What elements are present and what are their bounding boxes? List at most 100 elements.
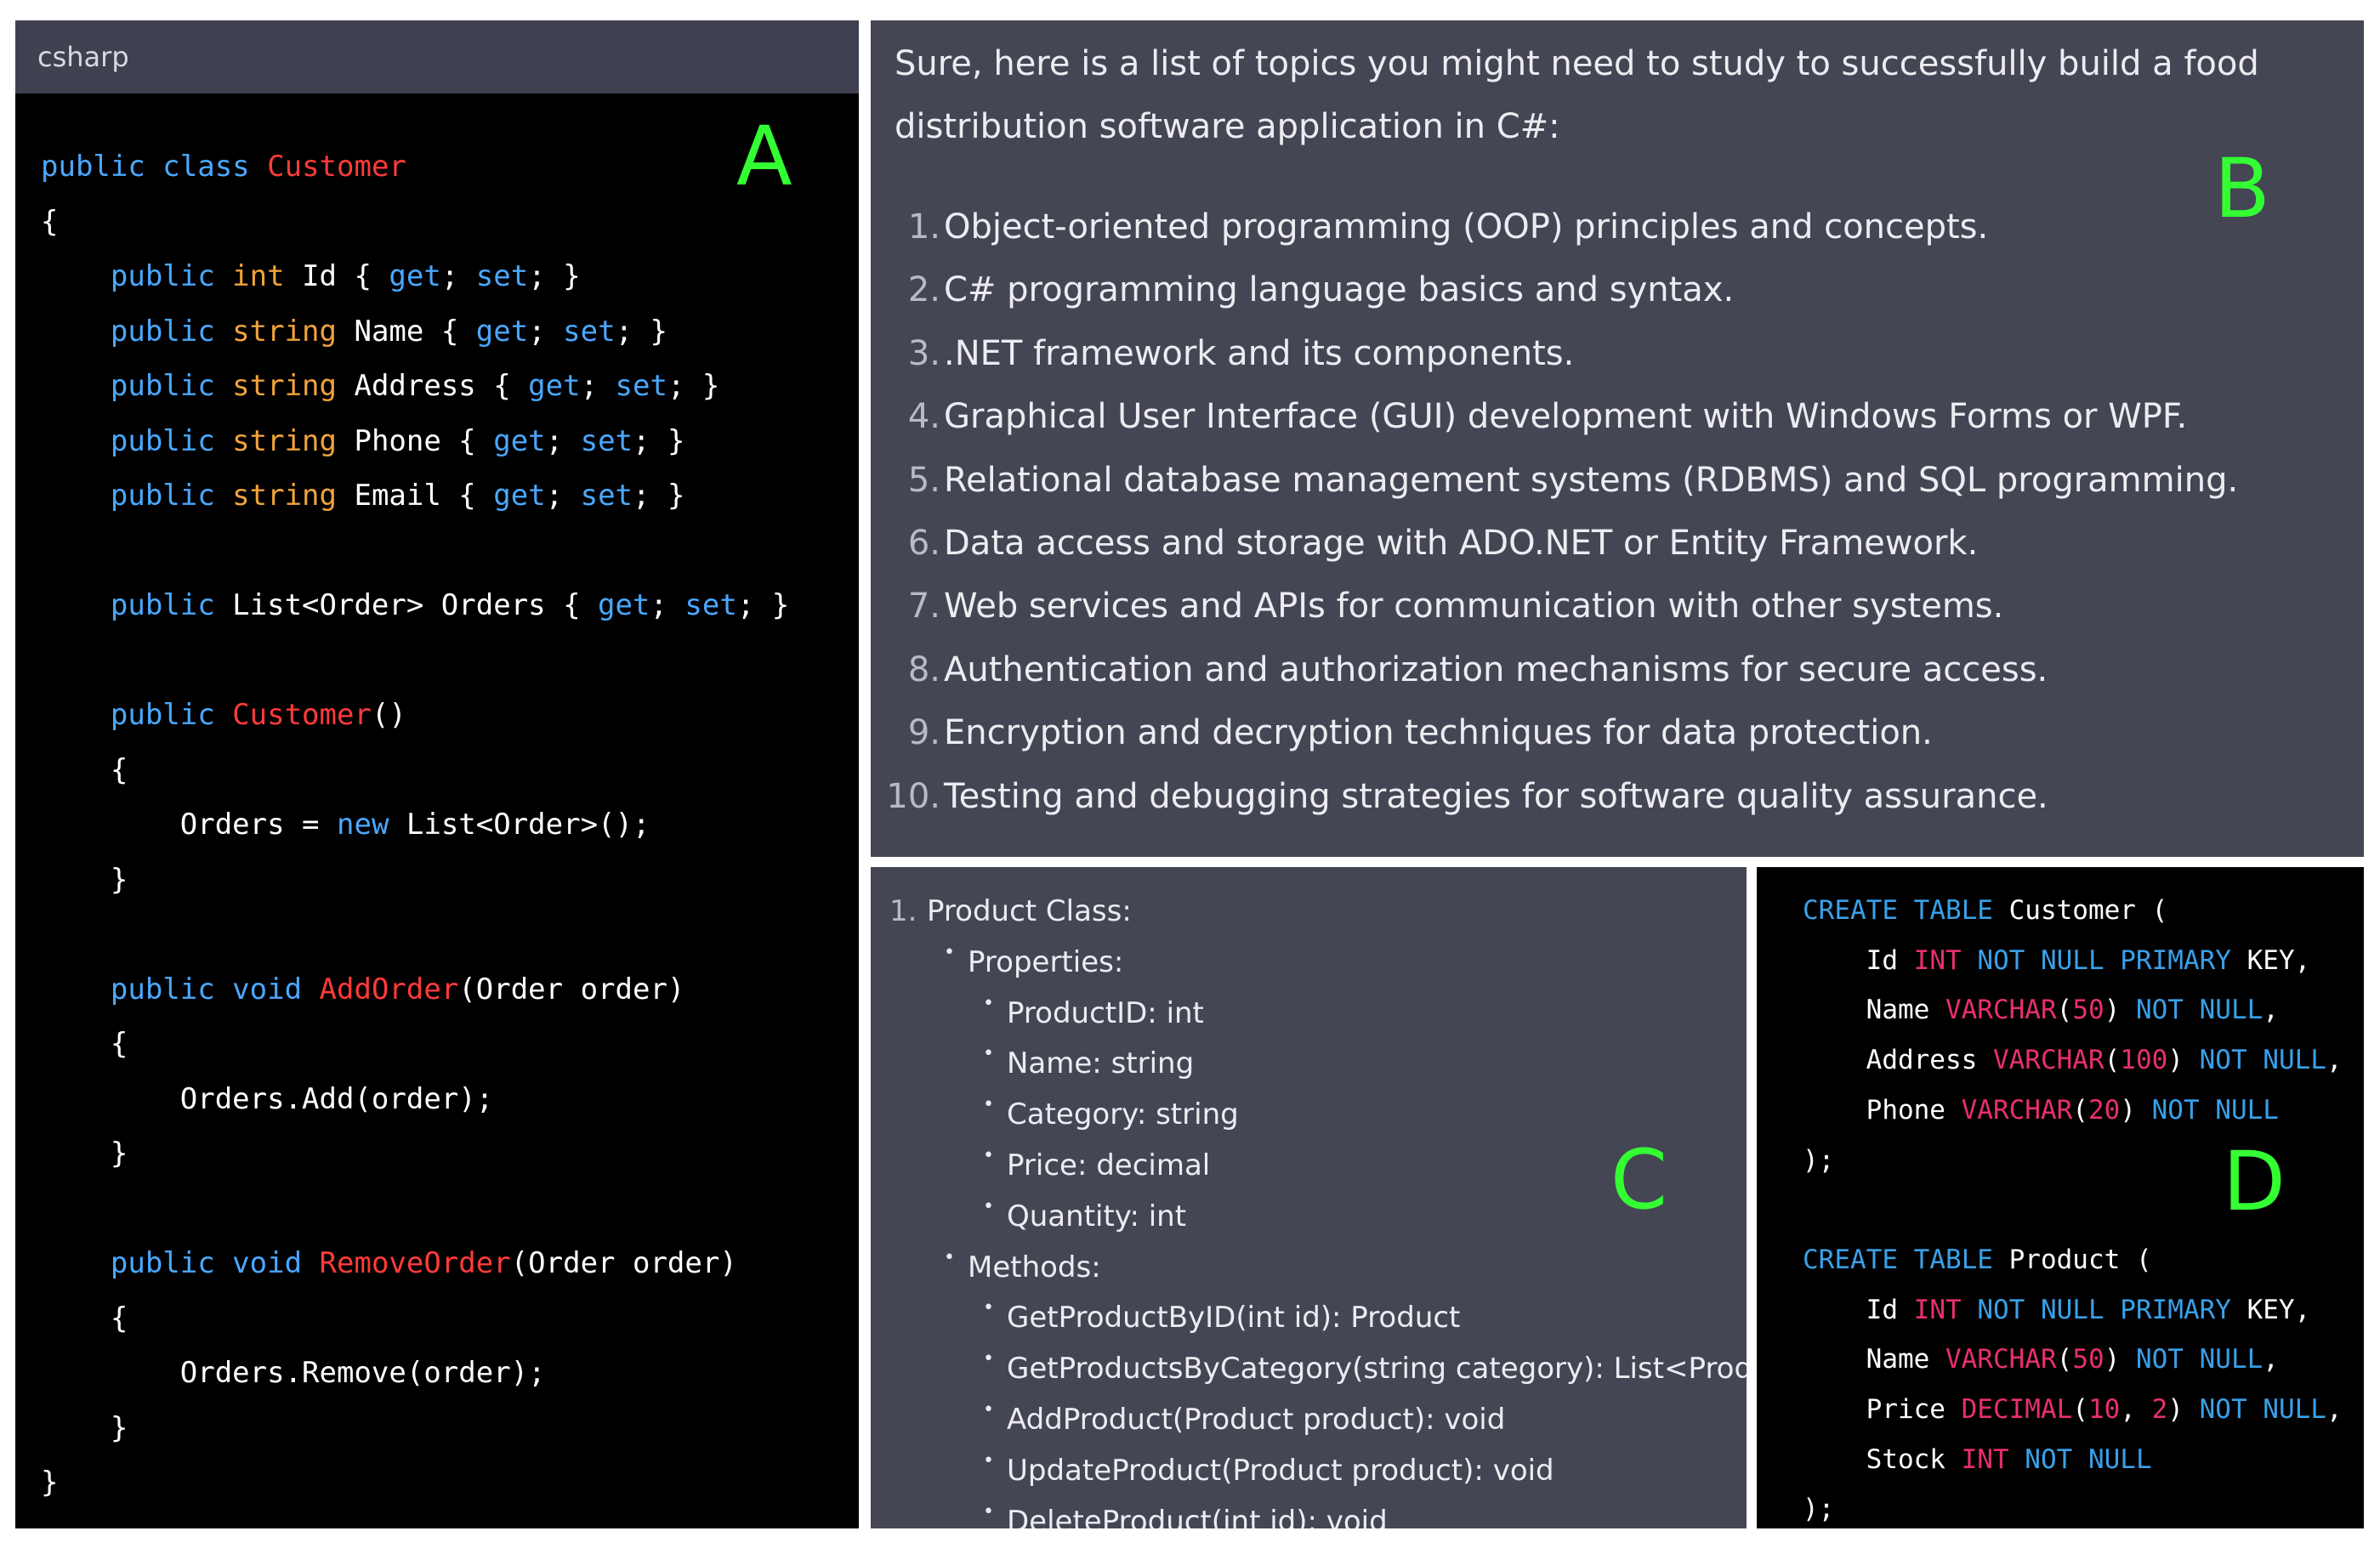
code-token: ; } [633,423,685,458]
code-token: public [41,259,233,293]
code-token: string [232,423,355,458]
code-token: get [475,314,529,349]
code-token: Phone [1803,1094,1962,1126]
code-token: ) [2167,1045,2200,1076]
code-token: , [2326,1394,2343,1426]
csharp-code-block[interactable]: public class Customer { public int Id { g… [41,139,789,1511]
outline-marker: • [983,1195,994,1217]
code-token: 10 [2087,1394,2121,1426]
code-token: NULL [2040,944,2121,976]
code-line: Name VARCHAR(50) NOT NULL, [1803,985,2343,1035]
code-token: ; [545,423,581,458]
list-item-text: Relational database management systems (… [944,460,2239,500]
panel-letter-b: B [2214,141,2270,236]
code-line: CREATE TABLE Product ( [1803,1235,2343,1285]
code-line: public class Customer [41,139,789,195]
code-token: Customer ( [2008,895,2168,926]
code-token: Id { [302,259,389,293]
code-token: Id [1803,944,1914,976]
code-token: public [41,150,163,184]
code-token: ( [2104,1045,2121,1076]
outline-item-text: ProductID: int [1007,995,1204,1030]
outline-item-text: Category: string [1007,1097,1239,1132]
outline-marker: 1. [889,894,917,928]
code-token: NOT [2025,1443,2088,1475]
code-token: public [41,479,233,513]
outline-item-text: Name: string [1007,1046,1195,1081]
code-token: 2 [2151,1394,2168,1426]
outline-marker: • [944,1246,955,1268]
panel-c-product-class: 1. Product Class: • Properties: • ProductID: … [871,867,1747,1528]
code-line: Stock INT NOT NULL [1803,1435,2343,1485]
code-line: public int Id { get; set; } [41,249,789,304]
code-line: public List<Order> Orders { get; set; } [41,578,789,633]
code-token: TABLE [1913,1244,2009,1275]
outline-item-text: Product Class: [927,894,1132,928]
code-line: Id INT NOT NULL PRIMARY KEY, [1803,1285,2343,1335]
code-token: set [615,369,667,403]
code-token: INT [1913,944,1978,976]
code-token: public [41,1246,233,1280]
code-token: ) [2104,1344,2136,1375]
code-token: Orders.Add(order); [41,1081,494,1116]
code-token: , [2326,1045,2343,1076]
code-token: ; [545,479,581,513]
code-token: public [41,588,233,622]
code-token: ; } [615,314,667,349]
code-token: ; [650,588,685,622]
outline-item-text: Properties: [968,944,1124,979]
outline-marker: • [983,1094,994,1116]
code-token: (Order order) [510,1246,737,1280]
code-token: Orders = [41,808,337,842]
list-number: 1. [907,207,940,247]
code-token: ; } [633,479,685,513]
code-token: get [493,423,546,458]
code-token: public [41,972,233,1006]
code-token: NOT [2135,1344,2200,1375]
code-token: set [475,259,529,293]
outline-item-text: Quantity: int [1007,1199,1187,1233]
panel-letter-c: C [1610,1132,1668,1228]
outline-item-text: DeleteProduct(int id): void [1007,1504,1388,1528]
code-token: class [162,150,268,184]
code-token: set [563,314,616,349]
code-token: NULL [2199,1344,2264,1375]
code-line: Phone VARCHAR(20) NOT NULL [1803,1086,2343,1136]
code-token: set [580,479,633,513]
code-line: public string Email { get; set; } [41,468,789,524]
list-item-text: Encryption and decryption techniques for… [944,713,1933,753]
code-token: { [41,752,128,787]
code-token: Name [1803,995,1945,1026]
list-item-text: .NET framework and its components. [944,333,1575,373]
code-token: KEY, [2247,1294,2311,1325]
outline-marker: • [983,1145,994,1166]
list-number: 3. [907,333,940,373]
code-token: TABLE [1913,895,2009,926]
code-token: RemoveOrder [319,1246,511,1280]
code-line: } [41,1401,789,1456]
code-token: } [41,1410,128,1445]
code-token: get [493,479,546,513]
outline-marker: • [983,1297,994,1319]
code-token: DECIMAL [1961,1394,2073,1426]
code-line: } [41,853,789,908]
code-token: , [2120,1394,2152,1426]
list-item-text: Web services and APIs for communication … [944,587,2004,627]
code-token: NULL [2087,1443,2152,1475]
code-line: Address VARCHAR(100) NOT NULL, [1803,1035,2343,1086]
code-token: ( [2056,1344,2073,1375]
code-token: NOT [2199,1045,2264,1076]
code-token: PRIMARY [2120,1294,2247,1325]
code-line: } [41,1126,789,1182]
outline-marker: • [944,941,955,963]
code-token: AddOrder [319,972,459,1006]
code-token: VARCHAR [1945,995,2057,1026]
outline-marker: • [983,1043,994,1065]
code-line: ); [1803,1484,2343,1528]
code-token: { [41,204,59,239]
code-token: NOT [1977,1294,2041,1325]
list-item-text: Testing and debugging strategies for sof… [944,776,2048,816]
code-token: 20 [2087,1094,2121,1126]
code-token: () [371,698,406,732]
